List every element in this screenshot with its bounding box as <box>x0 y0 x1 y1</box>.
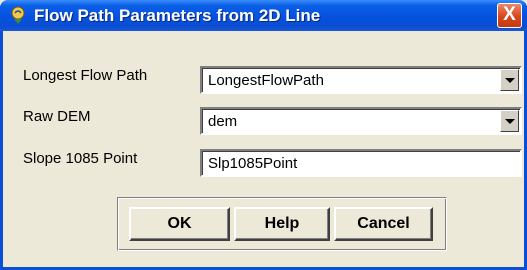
longest-flow-path-label: Longest Flow Path <box>23 67 148 84</box>
chevron-down-icon[interactable] <box>500 69 519 91</box>
close-button[interactable]: X <box>497 3 522 28</box>
slope-1085-point-value: Slp1085Point <box>208 155 298 172</box>
dialog-window: Flow Path Parameters from 2D Line X Long… <box>0 0 527 270</box>
longest-flow-path-value: LongestFlowPath <box>208 72 324 89</box>
longest-flow-path-dropdown[interactable]: LongestFlowPath <box>200 66 522 94</box>
close-icon: X <box>503 4 516 25</box>
app-icon <box>11 6 25 24</box>
raw-dem-label: Raw DEM <box>23 108 91 125</box>
window-title: Flow Path Parameters from 2D Line <box>34 6 321 25</box>
slope-1085-point-label: Slope 1085 Point <box>23 150 138 167</box>
chevron-down-icon[interactable] <box>500 110 519 132</box>
raw-dem-value: dem <box>208 113 238 130</box>
raw-dem-dropdown[interactable]: dem <box>200 107 522 135</box>
cancel-button[interactable]: Cancel <box>334 207 433 241</box>
button-group: OK Help Cancel <box>117 197 447 251</box>
ok-button[interactable]: OK <box>129 207 230 241</box>
title-bar[interactable]: Flow Path Parameters from 2D Line X <box>0 0 527 31</box>
slope-1085-point-input[interactable]: Slp1085Point <box>200 149 522 177</box>
help-button[interactable]: Help <box>234 207 330 241</box>
